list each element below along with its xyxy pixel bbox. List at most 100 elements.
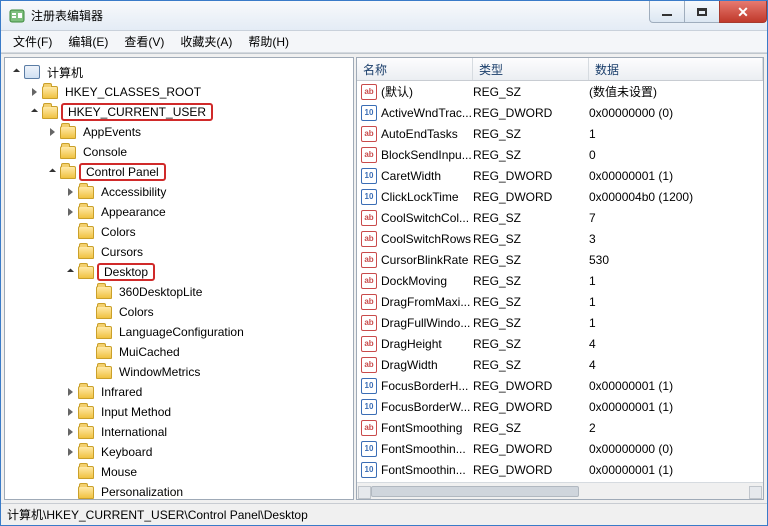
minimize-button[interactable]: [649, 1, 685, 23]
tree-node-label: Appearance: [98, 204, 169, 220]
tree-node[interactable]: LanguageConfiguration: [5, 322, 353, 342]
list-row[interactable]: 10ActiveWndTrac...REG_DWORD0x00000000 (0…: [357, 102, 763, 123]
col-header-type[interactable]: 类型: [473, 58, 589, 80]
tree-node[interactable]: Colors: [5, 302, 353, 322]
registry-editor-window: 注册表编辑器 ✕ 文件(F) 编辑(E) 查看(V) 收藏夹(A) 帮助(H) …: [0, 0, 768, 526]
collapse-icon[interactable]: [63, 265, 77, 279]
list-row[interactable]: abDockMovingREG_SZ1: [357, 270, 763, 291]
tree-node[interactable]: 计算机: [5, 62, 353, 82]
folder-icon: [78, 446, 94, 459]
expand-icon[interactable]: [63, 405, 77, 419]
tree-node[interactable]: Colors: [5, 222, 353, 242]
string-value-icon: ab: [361, 84, 377, 100]
tree-node[interactable]: Mouse: [5, 462, 353, 482]
tree-node-label: Accessibility: [98, 184, 169, 200]
registry-tree[interactable]: 计算机HKEY_CLASSES_ROOT HKEY_CURRENT_USER App…: [4, 57, 354, 500]
collapse-icon[interactable]: [45, 165, 59, 179]
tree-node[interactable]: Cursors: [5, 242, 353, 262]
tree-node[interactable]: MuiCached: [5, 342, 353, 362]
tree-node[interactable]: AppEvents: [5, 122, 353, 142]
tree-node[interactable]: Desktop: [5, 262, 353, 282]
tree-node[interactable]: Infrared: [5, 382, 353, 402]
tree-node[interactable]: Appearance: [5, 202, 353, 222]
tree-node[interactable]: WindowMetrics: [5, 362, 353, 382]
tree-node-label: Console: [80, 144, 130, 160]
folder-icon: [60, 126, 76, 139]
menu-file[interactable]: 文件(F): [5, 31, 60, 52]
list-row[interactable]: abCoolSwitchCol...REG_SZ7: [357, 207, 763, 228]
tree-node[interactable]: Input Method: [5, 402, 353, 422]
expand-icon[interactable]: [27, 85, 41, 99]
tree-node[interactable]: Personalization: [5, 482, 353, 500]
menu-favorites[interactable]: 收藏夹(A): [172, 31, 240, 52]
list-row[interactable]: abDragHeightREG_SZ4: [357, 333, 763, 354]
value-name: CoolSwitchCol...: [381, 211, 469, 225]
cell-name: 10FontSmoothin...: [361, 462, 473, 478]
folder-icon: [78, 186, 94, 199]
tree-node[interactable]: 360DesktopLite: [5, 282, 353, 302]
list-body[interactable]: ab(默认)REG_SZ(数值未设置)10ActiveWndTrac...REG…: [357, 81, 763, 482]
folder-icon: [96, 286, 112, 299]
cell-name: abFontSmoothing: [361, 420, 473, 436]
list-row[interactable]: abDragFromMaxi...REG_SZ1: [357, 291, 763, 312]
col-header-data[interactable]: 数据: [589, 58, 763, 80]
scrollbar-thumb[interactable]: [371, 486, 579, 497]
tree-node[interactable]: Keyboard: [5, 442, 353, 462]
list-row[interactable]: abFontSmoothingREG_SZ2: [357, 417, 763, 438]
cell-type: REG_SZ: [473, 127, 589, 141]
menu-view[interactable]: 查看(V): [116, 31, 172, 52]
list-row[interactable]: ab(默认)REG_SZ(数值未设置): [357, 81, 763, 102]
expand-icon[interactable]: [63, 185, 77, 199]
tree-node[interactable]: HKEY_CLASSES_ROOT: [5, 82, 353, 102]
expand-icon[interactable]: [63, 445, 77, 459]
list-row[interactable]: 10FontSmoothin...REG_DWORD0x00000000 (0): [357, 438, 763, 459]
tree-node[interactable]: Console: [5, 142, 353, 162]
list-row[interactable]: 10FocusBorderH...REG_DWORD0x00000001 (1): [357, 375, 763, 396]
folder-icon: [42, 106, 58, 119]
close-button[interactable]: ✕: [719, 1, 767, 23]
list-row[interactable]: abBlockSendInpu...REG_SZ0: [357, 144, 763, 165]
tree-node[interactable]: Accessibility: [5, 182, 353, 202]
tree-node-label: Infrared: [98, 384, 145, 400]
folder-icon: [96, 306, 112, 319]
collapse-icon[interactable]: [9, 65, 23, 79]
menu-edit[interactable]: 编辑(E): [60, 31, 116, 52]
list-row[interactable]: abCursorBlinkRateREG_SZ530: [357, 249, 763, 270]
cell-name: abDragWidth: [361, 357, 473, 373]
tree-node[interactable]: HKEY_CURRENT_USER: [5, 102, 353, 122]
expand-icon[interactable]: [45, 125, 59, 139]
list-row[interactable]: abDragWidthREG_SZ4: [357, 354, 763, 375]
cell-data: 1: [589, 295, 763, 309]
folder-icon: [78, 206, 94, 219]
expand-icon[interactable]: [63, 385, 77, 399]
maximize-button[interactable]: [684, 1, 720, 23]
cell-type: REG_DWORD: [473, 400, 589, 414]
folder-icon: [78, 406, 94, 419]
computer-icon: [24, 65, 40, 79]
binary-value-icon: 10: [361, 441, 377, 457]
tree-node[interactable]: Control Panel: [5, 162, 353, 182]
cell-type: REG_SZ: [473, 148, 589, 162]
value-name: DockMoving: [381, 274, 447, 288]
list-row[interactable]: 10FontSmoothin...REG_DWORD0x00000001 (1): [357, 459, 763, 480]
value-name: FontSmoothin...: [381, 463, 466, 477]
folder-icon: [96, 366, 112, 379]
list-row[interactable]: 10FocusBorderW...REG_DWORD0x00000001 (1): [357, 396, 763, 417]
col-header-name[interactable]: 名称: [357, 58, 473, 80]
window-buttons: ✕: [650, 1, 767, 30]
list-row[interactable]: 10ClickLockTimeREG_DWORD0x000004b0 (1200…: [357, 186, 763, 207]
tree-node-label: HKEY_CURRENT_USER: [62, 104, 212, 120]
list-row[interactable]: abDragFullWindo...REG_SZ1: [357, 312, 763, 333]
window-title: 注册表编辑器: [31, 7, 103, 24]
list-row[interactable]: abAutoEndTasksREG_SZ1: [357, 123, 763, 144]
folder-icon: [78, 466, 94, 479]
menu-help[interactable]: 帮助(H): [240, 31, 297, 52]
list-row[interactable]: abCoolSwitchRowsREG_SZ3: [357, 228, 763, 249]
expand-icon[interactable]: [63, 425, 77, 439]
list-horizontal-scrollbar[interactable]: [357, 482, 763, 499]
list-row[interactable]: 10CaretWidthREG_DWORD0x00000001 (1): [357, 165, 763, 186]
collapse-icon[interactable]: [27, 105, 41, 119]
cell-data: 4: [589, 358, 763, 372]
expand-icon[interactable]: [63, 205, 77, 219]
tree-node[interactable]: International: [5, 422, 353, 442]
